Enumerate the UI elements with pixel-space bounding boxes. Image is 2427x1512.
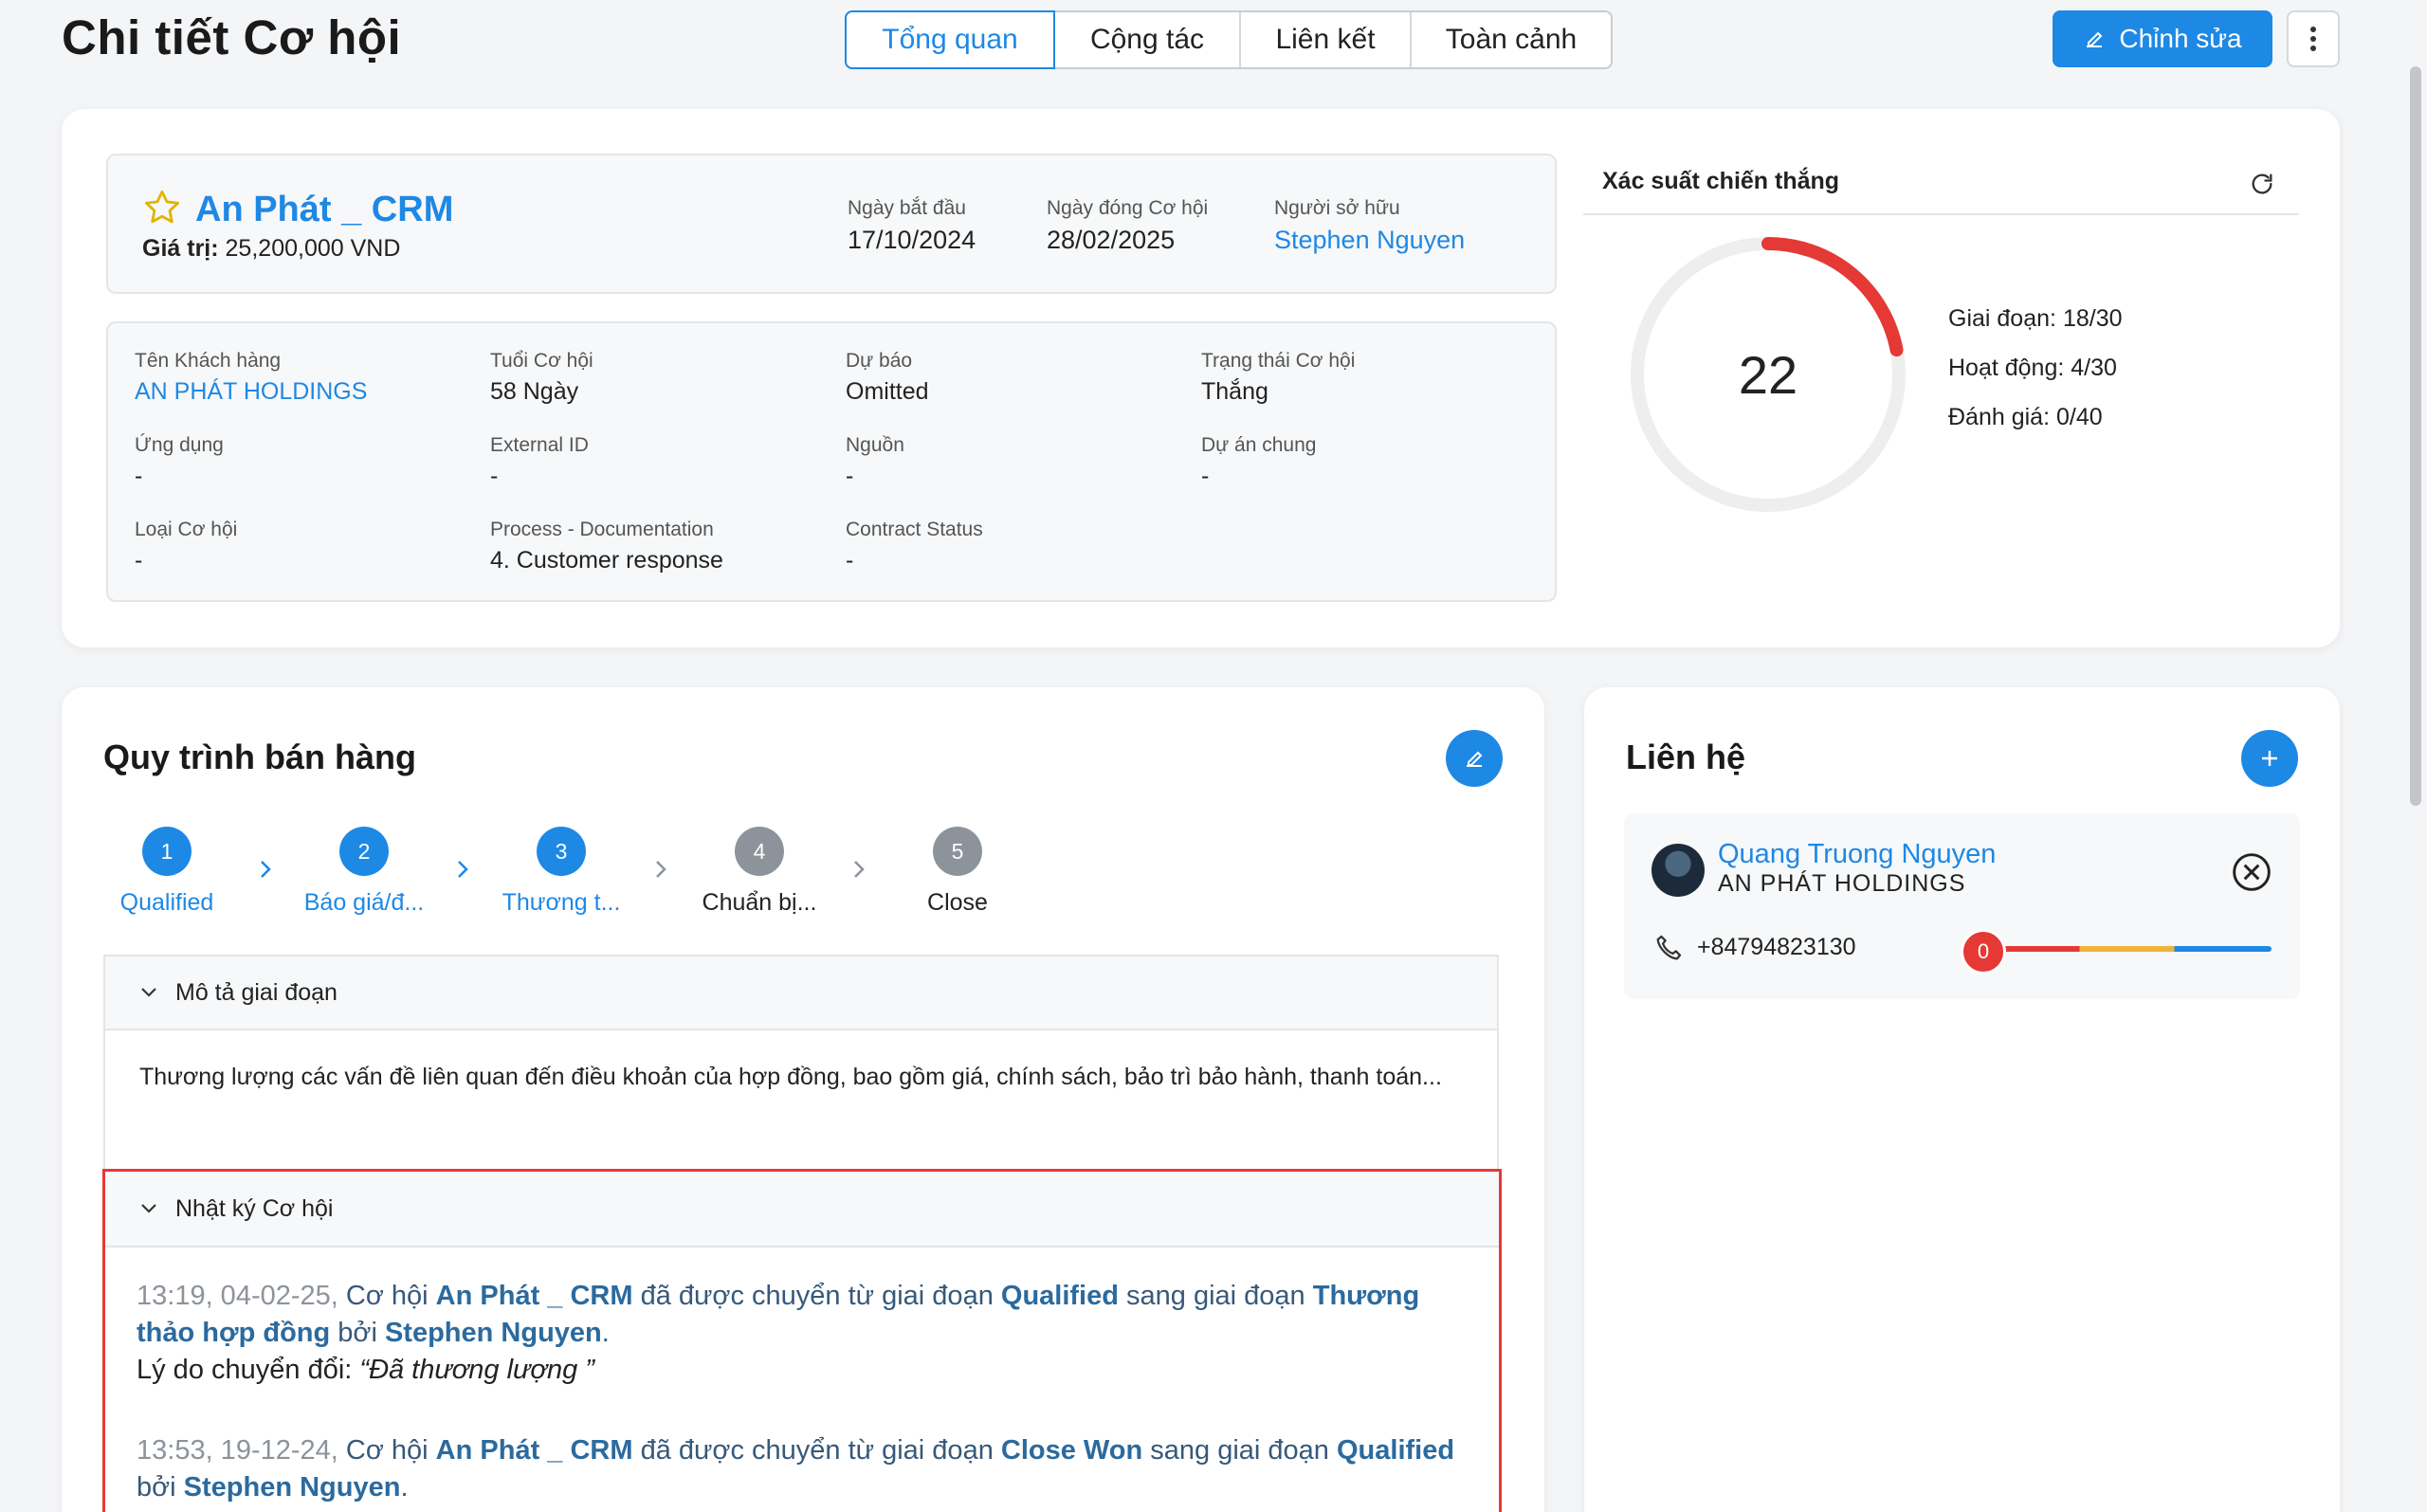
owner: Người sở hữu Stephen Nguyen	[1274, 197, 1466, 255]
stage-description-text: Thương lượng các vấn đề liên quan đến đi…	[139, 1064, 1442, 1090]
win-probability-score: 22	[1738, 344, 1798, 405]
refresh-icon[interactable]	[2249, 171, 2275, 197]
stat-stage: Giai đoạn: 18/30	[1948, 305, 2123, 332]
close-date: Ngày đóng Cơ hội 28/02/2025	[1047, 197, 1209, 254]
star-icon[interactable]	[142, 188, 182, 228]
tab-overview[interactable]: Tổng quan	[845, 10, 1055, 69]
contact-rating-bar	[1985, 946, 2272, 952]
field-contract-status: Contract Status -	[846, 519, 983, 574]
opportunity-details: Tên Khách hàng AN PHÁT HOLDINGS Tuổi Cơ h…	[106, 321, 1557, 602]
stat-activity: Hoạt động: 4/30	[1948, 355, 2117, 381]
tab-overview-all[interactable]: Toàn cảnh	[1412, 12, 1611, 67]
avatar	[1651, 844, 1705, 897]
opportunity-header: An Phát _ CRM Giá trị: 25,200,000 VND Ng…	[106, 154, 1557, 294]
more-options-button[interactable]	[2287, 10, 2340, 67]
opportunity-name: An Phát _ CRM	[195, 190, 454, 229]
contact-company: AN PHÁT HOLDINGS	[1718, 870, 1966, 897]
add-contact-button[interactable]	[2241, 730, 2298, 787]
contact-phone: +84794823130	[1697, 934, 1856, 960]
process-step-2[interactable]: 2 Báo giá/đ...	[269, 827, 459, 917]
win-probability-divider	[1583, 213, 2299, 215]
opportunity-log-panel: Nhật ký Cơ hội 13:19, 04-02-25, Cơ hội A…	[102, 1169, 1502, 1512]
log-entry: 13:53, 19-12-24, Cơ hội An Phát _ CRM đã…	[137, 1435, 1455, 1503]
log-entry: 13:19, 04-02-25, Cơ hội An Phát _ CRM đã…	[137, 1281, 1420, 1385]
sales-process-title: Quy trình bán hàng	[103, 738, 416, 776]
page-scrollbar[interactable]	[2404, 0, 2427, 1512]
contact-name[interactable]: Quang Truong Nguyen	[1718, 839, 1996, 870]
process-step-3[interactable]: 3 Thương t...	[466, 827, 656, 917]
contacts-title: Liên hệ	[1626, 738, 1746, 776]
field-customer-name: Tên Khách hàng AN PHÁT HOLDINGS	[135, 350, 368, 406]
contacts-card	[1584, 687, 2340, 1512]
field-external-id: External ID -	[490, 434, 589, 489]
process-step-5[interactable]: 5 Close	[863, 827, 1052, 917]
opportunity-log-title: Nhật ký Cơ hội	[175, 1194, 334, 1222]
scrollbar-thumb[interactable]	[2410, 66, 2421, 806]
kebab-icon	[2310, 27, 2316, 51]
stage-description-header[interactable]: Mô tả giai đoạn	[105, 955, 1497, 1030]
contact-rating-handle[interactable]: 0	[1961, 929, 2006, 975]
field-shared-project: Dự án chung -	[1201, 434, 1317, 489]
edit-process-button[interactable]	[1446, 730, 1503, 787]
stat-rating: Đánh giá: 0/40	[1948, 404, 2103, 430]
field-source: Nguồn -	[846, 434, 904, 489]
opportunity-value: Giá trị: 25,200,000 VND	[142, 235, 401, 262]
process-step-4[interactable]: 4 Chuẩn bị...	[665, 827, 854, 917]
pencil-icon	[1467, 751, 1483, 767]
field-opportunity-status: Trạng thái Cơ hội Thắng	[1201, 350, 1356, 405]
customer-link[interactable]: AN PHÁT HOLDINGS	[135, 378, 367, 406]
opportunity-log-header[interactable]: Nhật ký Cơ hội	[105, 1172, 1499, 1248]
owner-link[interactable]: Stephen Nguyen	[1274, 226, 1465, 255]
field-forecast: Dự báo Omitted	[846, 350, 929, 405]
edit-button-label: Chỉnh sửa	[2119, 24, 2242, 53]
field-application: Ứng dụng -	[135, 434, 224, 489]
tab-collaboration[interactable]: Cộng tác	[1055, 12, 1241, 67]
phone-icon	[1656, 935, 1682, 960]
field-opportunity-type: Loại Cơ hội -	[135, 519, 238, 574]
page-title: Chi tiết Cơ hội	[62, 10, 402, 64]
field-opportunity-age: Tuổi Cơ hội 58 Ngày	[490, 350, 593, 405]
chevron-down-icon	[141, 1204, 156, 1213]
edit-button[interactable]: Chỉnh sửa	[2053, 10, 2272, 67]
start-date: Ngày bắt đầu 17/10/2024	[848, 197, 976, 254]
remove-contact-icon[interactable]	[2231, 851, 2272, 893]
chevron-down-icon	[141, 988, 156, 997]
stage-description-title: Mô tả giai đoạn	[175, 978, 338, 1006]
process-step-1[interactable]: 1 Qualified	[72, 827, 262, 917]
plus-icon	[2262, 751, 2277, 766]
stage-description-panel: Mô tả giai đoạn Thương lượng các vấn đề …	[103, 955, 1499, 1169]
view-tabs: Tổng quan Cộng tác Liên kết Toàn cảnh	[845, 10, 1613, 69]
tab-links[interactable]: Liên kết	[1241, 12, 1412, 67]
field-process-documentation: Process - Documentation 4. Customer respo…	[490, 519, 723, 574]
pencil-icon	[2087, 31, 2103, 47]
win-probability-title: Xác suất chiến thắng	[1602, 168, 1840, 194]
